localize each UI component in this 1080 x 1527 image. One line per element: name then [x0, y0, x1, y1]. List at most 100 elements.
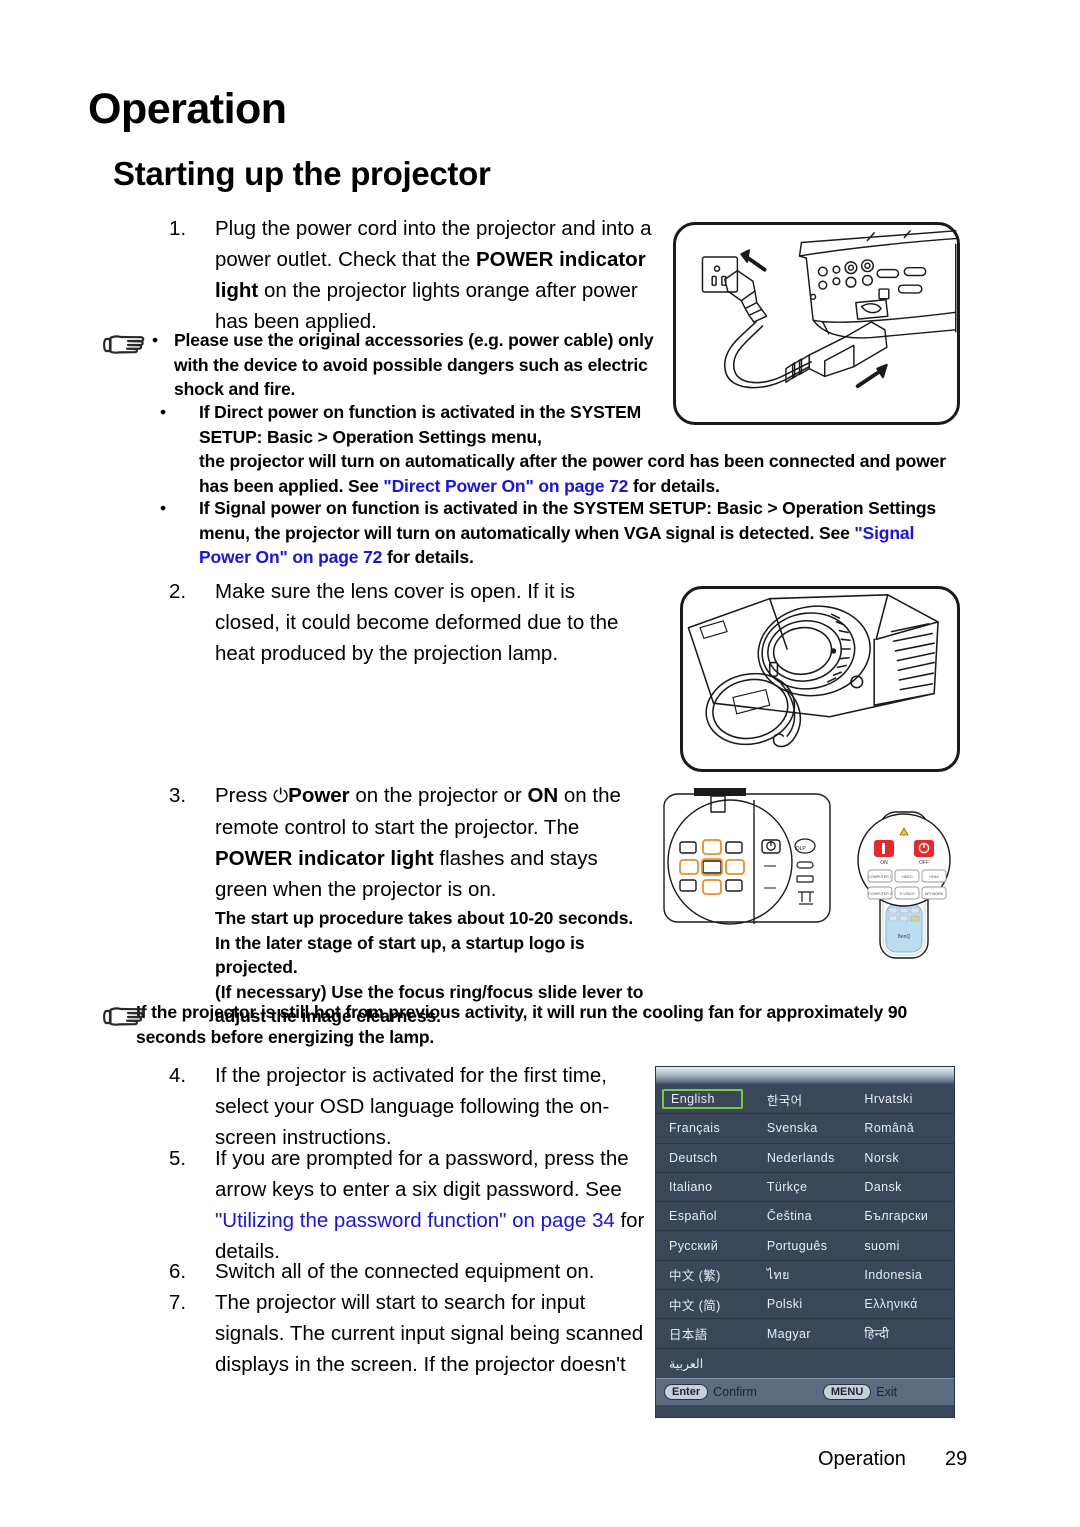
osd-language-cell[interactable]: Deutsch	[656, 1151, 757, 1165]
step-7: 7. The projector will start to search fo…	[160, 1287, 660, 1380]
step-3-number: 3.	[169, 784, 187, 807]
enter-action-label: Confirm	[713, 1384, 757, 1399]
step-6-text: Switch all of the connected equipment on…	[215, 1260, 595, 1283]
osd-row[interactable]: Deutsch Nederlands Norsk	[656, 1144, 954, 1173]
step-1: 1. Plug the power cord into the projecto…	[160, 213, 660, 337]
osd-row[interactable]: Français Svenska Română	[656, 1114, 954, 1144]
note-2-bullet: •	[160, 402, 167, 422]
chapter-title: Operation	[88, 85, 287, 133]
osd-row[interactable]: 中文 (简) Polski Ελληνικά	[656, 1290, 954, 1320]
note-3-text-part1: If Signal power on function is activated…	[199, 498, 936, 543]
illustration-frame	[673, 222, 960, 425]
step-5-number: 5.	[169, 1147, 187, 1170]
osd-footer-bar: Enter Confirm MENU Exit	[656, 1377, 954, 1405]
power-cord-connection-illustration	[673, 222, 960, 425]
note-cooling-fan: If the projector is still hot from previ…	[96, 1000, 986, 1049]
enter-key-pill[interactable]: Enter	[664, 1383, 709, 1400]
osd-row[interactable]: Русский Português suomi	[656, 1231, 954, 1261]
osd-menu-action[interactable]: MENU Exit	[822, 1383, 898, 1400]
footer-page-number: 29	[945, 1448, 968, 1470]
note-2-text-part3: for details.	[628, 475, 720, 496]
step-6-number: 6.	[169, 1260, 187, 1283]
osd-language-cell[interactable]: Italiano	[656, 1180, 757, 1194]
osd-row[interactable]: Español Čeština Български	[656, 1202, 954, 1232]
osd-row[interactable]: English 한국어 Hrvatski	[656, 1085, 954, 1115]
projector-lens-cover-illustration	[680, 586, 960, 772]
step-5: 5. If you are prompted for a password, p…	[160, 1143, 660, 1267]
step-1-number: 1.	[169, 217, 187, 240]
svg-text:COMPUTER 2: COMPUTER 2	[868, 892, 892, 896]
osd-language-cell[interactable]: 한국어	[757, 1090, 857, 1109]
osd-language-cell[interactable]: Nederlands	[757, 1151, 857, 1165]
step-3-text-part1: Press	[215, 784, 274, 807]
osd-language-cell[interactable]: 中文 (繁)	[656, 1265, 757, 1284]
osd-language-cell[interactable]: English	[656, 1088, 757, 1110]
osd-language-grid[interactable]: English 한국어 Hrvatski Français Svenska Ro…	[656, 1085, 954, 1378]
osd-language-cell[interactable]: Ελληνικά	[856, 1297, 954, 1311]
step-3-bold-on: ON	[527, 784, 559, 807]
step-6: 6. Switch all of the connected equipment…	[160, 1256, 660, 1287]
osd-language-cell[interactable]: Čeština	[757, 1209, 857, 1223]
osd-language-cell[interactable]: Português	[757, 1239, 857, 1253]
osd-language-cell[interactable]: العربية	[656, 1356, 757, 1371]
step-2: 2. Make sure the lens cover is open. If …	[160, 576, 640, 669]
note-4-text: If the projector is still hot from previ…	[136, 1002, 908, 1047]
step-4-number: 4.	[169, 1064, 187, 1087]
remote-brand-label: BenQ	[898, 934, 911, 940]
footer-chapter-label: Operation	[818, 1448, 906, 1470]
osd-title-bar	[656, 1067, 954, 1085]
osd-row[interactable]: 中文 (繁) ไทย Indonesia	[656, 1261, 954, 1291]
note-1-bullet: •	[152, 330, 159, 350]
osd-language-cell[interactable]: Magyar	[757, 1327, 857, 1341]
osd-language-cell[interactable]: Français	[656, 1121, 757, 1135]
osd-language-cell[interactable]: suomi	[856, 1239, 954, 1253]
osd-language-cell[interactable]: Norsk	[856, 1151, 954, 1165]
osd-language-cell[interactable]: हिन्दी	[856, 1325, 954, 1342]
step-3-text: Press ⏻Power on the projector or ON on t…	[215, 780, 650, 905]
osd-language-cell[interactable]: Hrvatski	[856, 1092, 954, 1106]
menu-key-pill[interactable]: MENU	[822, 1383, 872, 1400]
osd-language-menu[interactable]: English 한국어 Hrvatski Français Svenska Ro…	[655, 1066, 955, 1418]
osd-language-cell[interactable]: Română	[856, 1121, 954, 1135]
note-original-accessories: • Please use the original accessories (e…	[96, 328, 676, 402]
osd-language-cell[interactable]: Indonesia	[856, 1268, 954, 1282]
note-3-text-part2: for details.	[382, 547, 474, 567]
step-1-text: Plug the power cord into the projector a…	[215, 213, 660, 337]
illustration-frame	[680, 586, 960, 772]
note-1-text: Please use the original accessories (e.g…	[174, 330, 654, 399]
osd-row[interactable]: العربية	[656, 1349, 954, 1378]
osd-language-cell[interactable]: Türkçe	[757, 1180, 857, 1194]
remote-on-label: ON	[880, 860, 888, 866]
svg-text:NETWORK: NETWORK	[925, 892, 944, 896]
osd-language-cell[interactable]: Polski	[757, 1297, 857, 1311]
remote-control-illustration: ON OFF COMPUTER 1 VIDEO HDMI COMPUTER 2 …	[848, 808, 960, 963]
projector-control-panel-illustration: DLP	[658, 788, 836, 930]
osd-language-cell[interactable]: ไทย	[757, 1265, 857, 1285]
osd-language-cell[interactable]: Русский	[656, 1239, 757, 1253]
step-2-number: 2.	[169, 580, 187, 603]
osd-selected-language[interactable]: English	[662, 1088, 743, 1110]
osd-language-cell[interactable]: Español	[656, 1209, 757, 1223]
step-4: 4. If the projector is activated for the…	[160, 1060, 650, 1153]
note-3-text: If Signal power on function is activated…	[199, 496, 970, 570]
pointing-hand-icon	[96, 328, 152, 402]
pointing-hand-icon	[96, 1000, 152, 1049]
osd-row[interactable]: 日本語 Magyar हिन्दी	[656, 1319, 954, 1349]
osd-language-cell[interactable]: 中文 (简)	[656, 1295, 757, 1314]
section-title: Starting up the projector	[113, 155, 491, 192]
link-direct-power-on[interactable]: "Direct Power On" on page 72	[383, 476, 628, 496]
svg-text:HDMI: HDMI	[929, 875, 938, 879]
osd-language-cell[interactable]: Dansk	[856, 1180, 954, 1194]
step-3: 3. Press ⏻Power on the projector or ON o…	[160, 780, 650, 1029]
svg-text:COMPUTER 1: COMPUTER 1	[868, 875, 892, 879]
osd-enter-action[interactable]: Enter Confirm	[664, 1383, 757, 1400]
osd-language-cell[interactable]: Svenska	[757, 1121, 857, 1135]
menu-action-label: Exit	[876, 1384, 898, 1399]
link-utilizing-password-function[interactable]: "Utilizing the password function" on pag…	[215, 1209, 615, 1232]
step-7-text: The projector will start to search for i…	[215, 1291, 644, 1376]
osd-language-cell[interactable]: Български	[856, 1209, 954, 1223]
step-2-text: Make sure the lens cover is open. If it …	[215, 580, 619, 665]
step-3-subnote-1: The start up procedure takes about 10-20…	[215, 908, 634, 977]
osd-row[interactable]: Italiano Türkçe Dansk	[656, 1173, 954, 1203]
osd-language-cell[interactable]: 日本語	[656, 1324, 757, 1343]
